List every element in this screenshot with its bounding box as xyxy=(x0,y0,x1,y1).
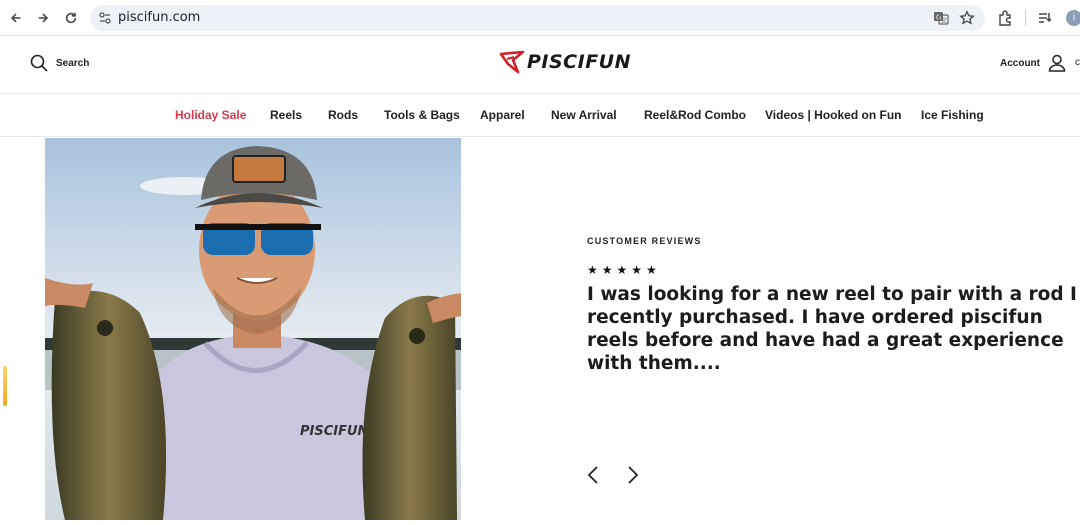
svg-text:文: 文 xyxy=(941,17,947,25)
url-text[interactable]: piscifun.com xyxy=(118,10,200,25)
translate-icon[interactable]: G 文 xyxy=(933,10,949,26)
logo-fish-icon xyxy=(499,50,525,74)
next-review-button[interactable] xyxy=(625,464,641,486)
nav-item-videos[interactable]: Videos | Hooked on Fun xyxy=(765,108,901,122)
shirt-logo: PISCIFUN xyxy=(300,424,369,439)
nav-item-new-arrival[interactable]: New Arrival xyxy=(551,108,617,122)
search-label: Search xyxy=(56,57,90,69)
review-photo: PISCIFUN xyxy=(45,138,461,520)
forward-icon[interactable] xyxy=(33,8,53,28)
search-button[interactable]: Search xyxy=(30,54,89,72)
nav-item-apparel[interactable]: Apparel xyxy=(480,108,525,122)
account-button[interactable]: Account xyxy=(1000,54,1066,72)
customer-review: CUSTOMER REVIEWS ★★★★★ I was looking for… xyxy=(587,236,1077,375)
main-nav: Holiday Sale Reels Rods Tools & Bags App… xyxy=(0,94,1080,137)
account-icon xyxy=(1048,54,1066,72)
site-logo[interactable]: PISCIFUN xyxy=(499,50,631,74)
nav-item-tools-bags[interactable]: Tools & Bags xyxy=(384,108,460,122)
address-bar[interactable]: piscifun.com G 文 xyxy=(90,5,985,31)
back-icon[interactable] xyxy=(6,8,26,28)
nav-item-ice-fishing[interactable]: Ice Fishing xyxy=(921,108,984,122)
toolbar-divider xyxy=(1025,10,1026,26)
reload-icon[interactable] xyxy=(61,8,81,28)
site-info-icon[interactable] xyxy=(98,11,112,25)
scroll-indicator xyxy=(3,366,7,406)
review-section-label: CUSTOMER REVIEWS xyxy=(587,236,702,246)
extensions-icon[interactable] xyxy=(997,9,1015,27)
nav-item-reels[interactable]: Reels xyxy=(270,108,302,122)
reading-list-icon[interactable] xyxy=(1036,9,1054,27)
browser-toolbar: piscifun.com G 文 i xyxy=(0,0,1080,36)
account-label: Account xyxy=(1000,57,1040,69)
review-quote: I was looking for a new reel to pair wit… xyxy=(587,284,1077,374)
nav-item-holiday-sale[interactable]: Holiday Sale xyxy=(175,108,246,122)
site-header: Search PISCIFUN Account c xyxy=(0,36,1080,94)
bookmark-star-icon[interactable] xyxy=(959,10,975,26)
search-icon xyxy=(30,54,48,72)
logo-text: PISCIFUN xyxy=(527,51,632,73)
nav-item-rods[interactable]: Rods xyxy=(328,108,358,122)
star-rating: ★★★★★ xyxy=(587,263,661,277)
nav-item-reel-rod-combo[interactable]: Reel&Rod Combo xyxy=(644,108,746,122)
profile-avatar[interactable]: i xyxy=(1066,10,1080,26)
prev-review-button[interactable] xyxy=(585,464,601,486)
cart-icon-edge[interactable]: c xyxy=(1075,57,1080,68)
